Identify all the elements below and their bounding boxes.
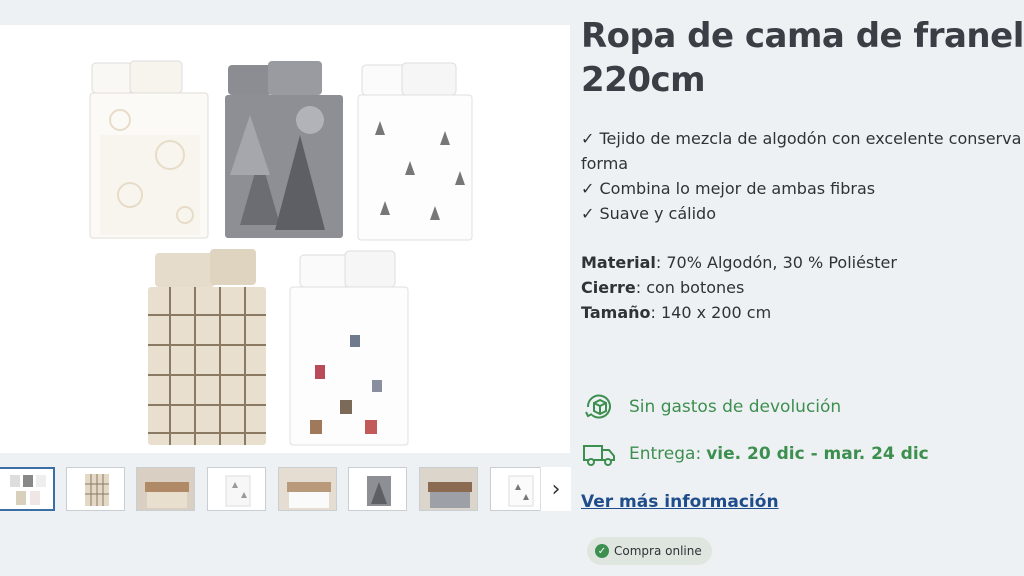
more-info-link[interactable]: Ver más información (581, 492, 779, 512)
page-title: Ropa de cama de franela 15 220cm (581, 14, 1024, 102)
bedding-set-houses (289, 250, 409, 446)
spec-material: Material: 70% Algodón, 30 % Poliéster (581, 253, 897, 272)
bullet-2: ✓ Combina lo mejor de ambas fibras (581, 179, 876, 198)
thumbnail-2[interactable] (66, 467, 125, 511)
online-purchase-badge: ✓ Compra online (587, 537, 712, 565)
return-box-icon (581, 389, 617, 425)
thumbnail-strip (0, 467, 570, 513)
delivery-info: Entrega: vie. 20 dic - mar. 24 dic (581, 436, 929, 472)
thumbnail-4[interactable] (207, 467, 266, 511)
bedding-set-winter-trees (357, 62, 473, 241)
free-returns-info: Sin gastos de devolución (581, 389, 841, 425)
bullet-1-continued: forma (581, 154, 629, 173)
title-line-1: Ropa de cama de franela 15 (581, 16, 1024, 56)
spec-size: Tamaño: 140 x 200 cm (581, 303, 772, 322)
bullet-1: ✓ Tejido de mezcla de algodón con excele… (581, 129, 1022, 148)
bedding-set-snowflake (89, 60, 209, 239)
delivery-truck-icon (581, 436, 617, 472)
thumbnail-7[interactable] (419, 467, 478, 511)
check-circle-icon: ✓ (595, 544, 609, 558)
thumbnail-5[interactable] (278, 467, 337, 511)
bedding-sets-illustration (89, 60, 473, 446)
product-main-image[interactable] (0, 25, 570, 453)
thumbnail-6[interactable] (348, 467, 407, 511)
product-info-panel: Ropa de cama de franela 15 220cm ✓ Tejid… (581, 0, 1024, 576)
spec-closure: Cierre: con botones (581, 278, 745, 297)
bullet-3: ✓ Suave y cálido (581, 204, 716, 223)
product-specs: Material: 70% Algodón, 30 % Poliéster Ci… (581, 250, 897, 325)
thumbnail-3[interactable] (136, 467, 195, 511)
thumbnail-1[interactable] (0, 467, 55, 511)
bedding-set-check (148, 249, 266, 445)
feature-bullets: ✓ Tejido de mezcla de algodón con excele… (581, 126, 1024, 226)
title-line-2: 220cm (581, 60, 706, 100)
thumbnail-next-arrow-icon[interactable]: › (540, 467, 571, 511)
bedding-set-grey-forest (225, 61, 343, 238)
